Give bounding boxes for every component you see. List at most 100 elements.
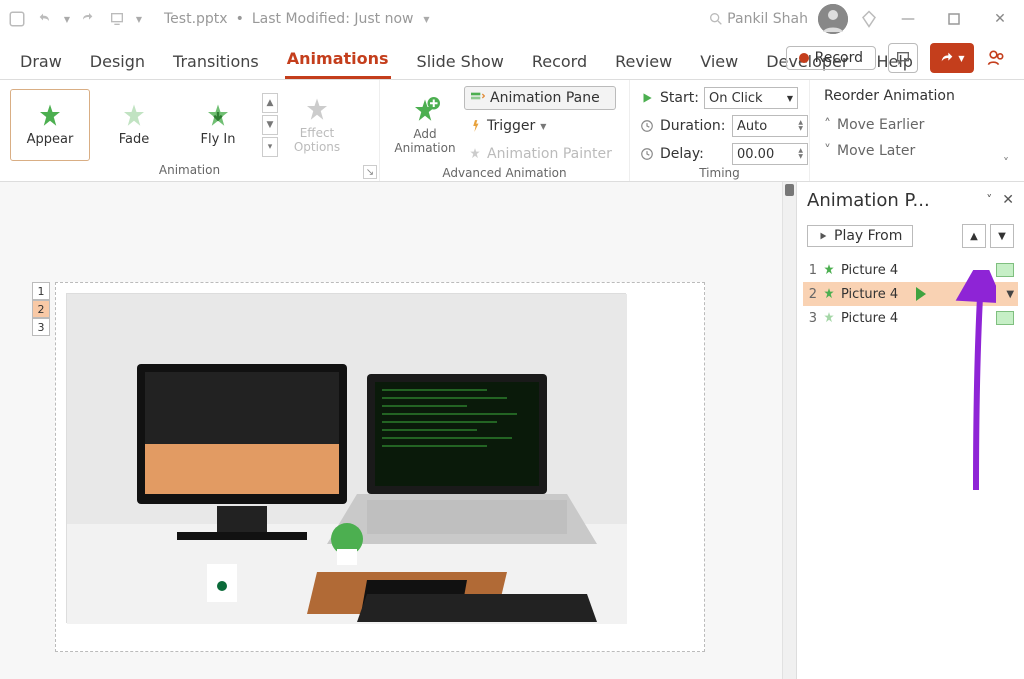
- anim-item-name: Picture 4: [841, 263, 991, 278]
- qat-dropdown-icon[interactable]: ▼: [134, 8, 144, 30]
- picture-4[interactable]: [66, 293, 626, 623]
- pane-title: Animation P...: [807, 190, 976, 211]
- effect-appear[interactable]: Appear: [10, 89, 90, 161]
- gallery-nav[interactable]: ▲ ▼ ▾: [262, 93, 278, 157]
- anim-tag-3[interactable]: 3: [32, 318, 50, 336]
- animation-pane-button[interactable]: Animation Pane: [464, 86, 616, 110]
- delay-input[interactable]: 00.00 ▲▼: [732, 143, 808, 165]
- slide[interactable]: [55, 282, 705, 652]
- chevron-down-icon: ▼: [958, 54, 964, 63]
- play-from-button[interactable]: Play From: [807, 225, 913, 247]
- chevron-down-icon: ▼: [787, 94, 793, 103]
- trigger-button[interactable]: Trigger ▼: [464, 114, 616, 138]
- effect-options-label: Effect Options: [294, 126, 340, 154]
- effect-flyin[interactable]: Fly In: [178, 89, 258, 161]
- timeline-bar: [996, 263, 1014, 277]
- add-animation-button[interactable]: Add Animation: [390, 88, 460, 164]
- modified-status: Last Modified: Just now: [252, 11, 414, 27]
- reorder-down-button[interactable]: ▼: [990, 224, 1014, 248]
- start-select[interactable]: On Click ▼: [704, 87, 798, 109]
- title-bar: ▼ ▼ Test.pptx • Last Modified: Just now …: [0, 0, 1024, 38]
- start-from-beginning-icon[interactable]: [106, 8, 128, 30]
- anim-item-num: 3: [807, 311, 817, 326]
- undo-dropdown-icon[interactable]: ▼: [62, 8, 72, 30]
- gallery-down-icon[interactable]: ▼: [262, 115, 278, 135]
- undo-icon[interactable]: [34, 8, 56, 30]
- duration-clock-icon: [640, 119, 654, 133]
- play-from-label: Play From: [834, 228, 902, 244]
- start-play-icon: [640, 91, 654, 105]
- tab-design[interactable]: Design: [88, 52, 147, 79]
- reorder-title: Reorder Animation: [824, 88, 955, 110]
- anim-tag-1[interactable]: 1: [32, 282, 50, 300]
- anim-item-num: 2: [807, 287, 817, 302]
- close-button[interactable]: ✕: [982, 5, 1018, 33]
- tab-slideshow[interactable]: Slide Show: [415, 52, 506, 79]
- animation-pane-label: Animation Pane: [490, 90, 600, 106]
- title-dropdown-icon[interactable]: ▼: [422, 8, 432, 30]
- share-button[interactable]: ▼: [930, 43, 974, 73]
- spinner-icon[interactable]: ▲▼: [798, 148, 803, 160]
- item-dropdown-icon[interactable]: ▼: [1006, 289, 1014, 300]
- reorder-up-button[interactable]: ▲: [962, 224, 986, 248]
- group-animation-label: Animation: [10, 163, 369, 179]
- duration-input[interactable]: Auto ▲▼: [732, 115, 808, 137]
- anim-item-name: Picture 4: [841, 287, 911, 302]
- delay-value: 00.00: [737, 147, 774, 162]
- comments-button[interactable]: [888, 43, 918, 73]
- ribbon-collapse-button[interactable]: ˅: [996, 153, 1016, 173]
- gallery-more-icon[interactable]: ▾: [262, 137, 278, 157]
- pane-icon: [469, 90, 485, 106]
- animation-list: 1 Picture 4 2 Picture 4 ▼ 3 Picture 4: [797, 254, 1024, 334]
- animation-painter-button: Animation Painter: [464, 142, 616, 166]
- anim-item-num: 1: [807, 263, 817, 278]
- tab-record[interactable]: Record: [530, 52, 589, 79]
- animation-dialog-launcher-icon[interactable]: ↘: [363, 165, 377, 179]
- delay-label: Delay:: [660, 146, 726, 162]
- anim-item-3[interactable]: 3 Picture 4: [803, 306, 1018, 330]
- anim-item-1[interactable]: 1 Picture 4: [803, 258, 1018, 282]
- anim-tag-2[interactable]: 2: [32, 300, 50, 318]
- timeline-bar: [996, 311, 1014, 325]
- autosave-icon[interactable]: [6, 8, 28, 30]
- vertical-scrollbar[interactable]: [782, 182, 796, 679]
- pane-options-icon[interactable]: ˅: [986, 193, 992, 207]
- anim-item-name: Picture 4: [841, 311, 991, 326]
- tab-draw[interactable]: Draw: [18, 52, 64, 79]
- move-earlier-button[interactable]: ˄ Move Earlier: [824, 114, 955, 136]
- move-later-button[interactable]: ˅ Move Later: [824, 140, 955, 162]
- ribbon: Appear Fade Fly In ▲ ▼ ▾ Effect Options …: [0, 80, 1024, 182]
- teams-icon[interactable]: [986, 48, 1006, 68]
- avatar[interactable]: [818, 4, 848, 34]
- anim-item-2[interactable]: 2 Picture 4 ▼: [803, 282, 1018, 306]
- tab-animations[interactable]: Animations: [285, 49, 391, 79]
- delay-clock-icon: [640, 147, 654, 161]
- tab-transitions[interactable]: Transitions: [171, 52, 261, 79]
- duration-value: Auto: [737, 119, 767, 134]
- painter-icon: [468, 147, 482, 161]
- minimize-button[interactable]: —: [890, 5, 926, 33]
- effect-fade-label: Fade: [119, 132, 150, 147]
- record-button[interactable]: Record: [786, 46, 876, 70]
- entrance-star-icon: [822, 287, 836, 301]
- record-dot-icon: [799, 53, 809, 63]
- gallery-up-icon[interactable]: ▲: [262, 93, 278, 113]
- pane-close-icon[interactable]: ✕: [1002, 192, 1014, 208]
- record-label: Record: [815, 50, 863, 66]
- diamond-icon[interactable]: [858, 8, 880, 30]
- play-triangle-icon: [916, 287, 926, 301]
- move-earlier-label: Move Earlier: [837, 117, 924, 133]
- tab-review[interactable]: Review: [613, 52, 674, 79]
- file-name: Test.pptx: [164, 11, 228, 27]
- redo-icon[interactable]: [78, 8, 100, 30]
- effect-flyin-label: Fly In: [201, 132, 236, 147]
- tab-view[interactable]: View: [698, 52, 740, 79]
- chevron-down-icon: ˅: [1003, 156, 1009, 170]
- search-icon[interactable]: [705, 8, 727, 30]
- maximize-button[interactable]: [936, 5, 972, 33]
- effect-fade[interactable]: Fade: [94, 89, 174, 161]
- trigger-label: Trigger: [487, 118, 535, 134]
- spinner-icon[interactable]: ▲▼: [798, 120, 803, 132]
- slide-canvas[interactable]: 1 2 3: [0, 182, 782, 679]
- effect-options-button: Effect Options: [282, 87, 352, 163]
